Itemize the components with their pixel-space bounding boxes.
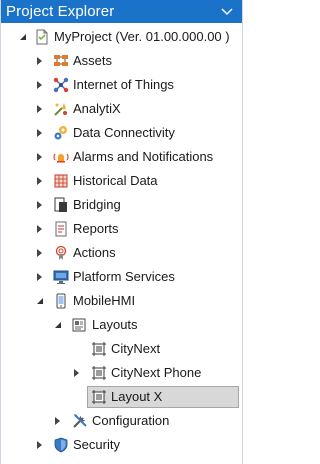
collapsed-arrow-icon[interactable] <box>71 361 83 385</box>
tree-item-label: MyProject (Ver. 01.00.000.00 ) <box>54 29 230 44</box>
tree-item-platform-services[interactable]: Platform Services <box>1 265 242 289</box>
tree-item-citynext-phone[interactable]: CityNext Phone <box>1 361 242 385</box>
tree-item-layouts[interactable]: Layouts <box>1 313 242 337</box>
historical-data-icon <box>53 173 69 189</box>
tree-item-label: Layout X <box>111 389 163 404</box>
tree-item-label: Internet of Things <box>73 77 174 92</box>
expanded-arrow-icon[interactable] <box>52 313 64 337</box>
reports-icon <box>53 221 69 237</box>
tree-item-citynext[interactable]: CityNext <box>1 337 242 361</box>
collapsed-arrow-icon[interactable] <box>34 265 46 289</box>
tree-item-label: Bridging <box>73 197 121 212</box>
tree-item-myproject[interactable]: MyProject (Ver. 01.00.000.00 ) <box>1 25 242 49</box>
collapsed-arrow-icon[interactable] <box>34 97 46 121</box>
analytix-icon <box>53 101 69 117</box>
tree-item-label: CityNext Phone <box>111 365 202 380</box>
platform-services-icon <box>53 269 69 285</box>
expanded-arrow-icon[interactable] <box>17 25 29 49</box>
tree-item-label: Data Connectivity <box>73 125 175 140</box>
mobilehmi-icon <box>53 293 69 309</box>
tree-item-reports[interactable]: Reports <box>1 217 242 241</box>
tree-item-actions[interactable]: Actions <box>1 241 242 265</box>
tree-item-label: MobileHMI <box>73 293 136 308</box>
tree-item-label: Reports <box>73 221 119 236</box>
tree-item-label: Alarms and Notifications <box>73 149 214 164</box>
tree-item-data-connectivity[interactable]: Data Connectivity <box>1 121 242 145</box>
selection-highlight <box>87 386 239 408</box>
alarm-icon <box>53 149 69 165</box>
tree-item-label: Configuration <box>92 413 170 428</box>
collapsed-arrow-icon[interactable] <box>34 145 46 169</box>
bridging-icon <box>53 197 69 213</box>
collapsed-arrow-icon[interactable] <box>34 433 46 457</box>
tree-item-historical-data[interactable]: Historical Data <box>1 169 242 193</box>
collapsed-arrow-icon[interactable] <box>34 49 46 73</box>
layout-icon <box>91 365 107 381</box>
layout-icon <box>91 341 107 357</box>
shield-icon <box>53 437 69 453</box>
collapsed-arrow-icon[interactable] <box>34 73 46 97</box>
layout-icon <box>91 389 107 405</box>
tree-item-internet-of-things[interactable]: Internet of Things <box>1 73 242 97</box>
tree-item-layout-x[interactable]: Layout X <box>1 385 242 409</box>
tree-item-security[interactable]: Security <box>1 433 242 457</box>
expanded-arrow-icon[interactable] <box>34 289 46 313</box>
tree-item-label: Historical Data <box>73 173 158 188</box>
project-tree: MyProject (Ver. 01.00.000.00 ) Assets In… <box>1 25 242 457</box>
chevron-down-icon[interactable] <box>220 0 234 23</box>
tree-item-label: AnalytiX <box>73 101 121 116</box>
project-explorer-panel: Project Explorer MyProject (Ver. 01.00.0… <box>0 0 243 464</box>
tree-item-assets[interactable]: Assets <box>1 49 242 73</box>
tree-item-label: Actions <box>73 245 116 260</box>
tree-item-alarms-and-notifications[interactable]: Alarms and Notifications <box>1 145 242 169</box>
tree-item-label: CityNext <box>111 341 161 356</box>
tree-item-mobilehmi[interactable]: MobileHMI <box>1 289 242 313</box>
configuration-icon <box>72 413 88 429</box>
tree-item-label: Layouts <box>92 317 138 332</box>
tree-item-label: Platform Services <box>73 269 175 284</box>
tree-item-analytix[interactable]: AnalytiX <box>1 97 242 121</box>
tree-item-label: Security <box>73 437 120 452</box>
collapsed-arrow-icon[interactable] <box>52 409 64 433</box>
collapsed-arrow-icon[interactable] <box>34 169 46 193</box>
tree-item-configuration[interactable]: Configuration <box>1 409 242 433</box>
collapsed-arrow-icon[interactable] <box>34 121 46 145</box>
layouts-icon <box>71 317 87 333</box>
collapsed-arrow-icon[interactable] <box>34 217 46 241</box>
tree-item-label: Assets <box>73 53 113 68</box>
collapsed-arrow-icon[interactable] <box>34 193 46 217</box>
project-explorer-titlebar: Project Explorer <box>1 0 242 23</box>
data-connectivity-icon <box>53 125 69 141</box>
project-icon <box>34 29 50 45</box>
collapsed-arrow-icon[interactable] <box>34 241 46 265</box>
assets-icon <box>53 53 69 69</box>
actions-icon <box>53 245 69 261</box>
tree-item-bridging[interactable]: Bridging <box>1 193 242 217</box>
iot-icon <box>53 77 69 93</box>
panel-title: Project Explorer <box>6 3 115 20</box>
